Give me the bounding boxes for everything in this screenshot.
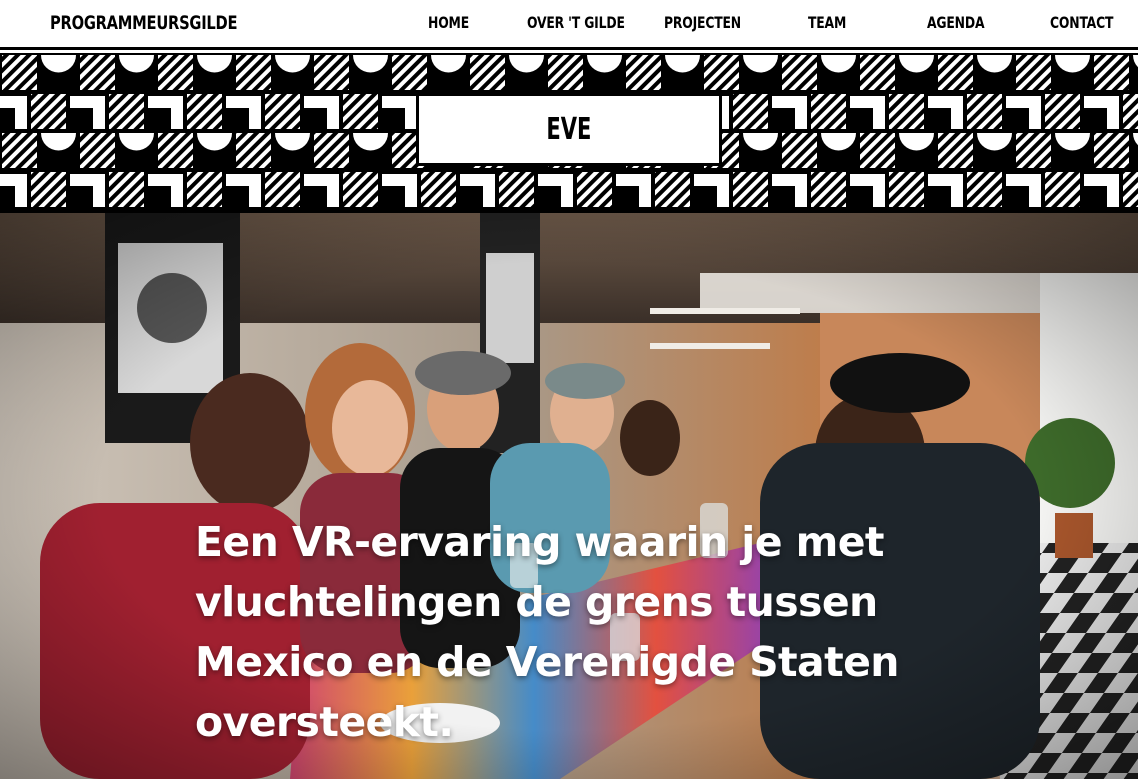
nav-item-team[interactable]: TEAM: [808, 13, 846, 32]
page-title: EVE: [546, 112, 592, 147]
nav-item-projecten[interactable]: PROJECTEN: [664, 13, 741, 32]
pattern-banner: EVE: [0, 53, 1138, 211]
hero-photo: Een VR-ervaring waarin je met vluchtelin…: [0, 213, 1138, 779]
nav-item-over-t-gilde[interactable]: OVER 'T GILDE: [527, 13, 625, 32]
nav-item-home[interactable]: HOME: [428, 13, 469, 32]
page-title-box: EVE: [416, 93, 722, 166]
hero-tagline: Een VR-ervaring waarin je met vluchtelin…: [195, 518, 899, 746]
site-logo[interactable]: PROGRAMMEURSGILDE: [50, 12, 238, 34]
nav-item-contact[interactable]: CONTACT: [1050, 13, 1113, 32]
top-navigation: PROGRAMMEURSGILDE HOME OVER 'T GILDE PRO…: [0, 0, 1138, 50]
nav-item-agenda[interactable]: AGENDA: [927, 13, 985, 32]
